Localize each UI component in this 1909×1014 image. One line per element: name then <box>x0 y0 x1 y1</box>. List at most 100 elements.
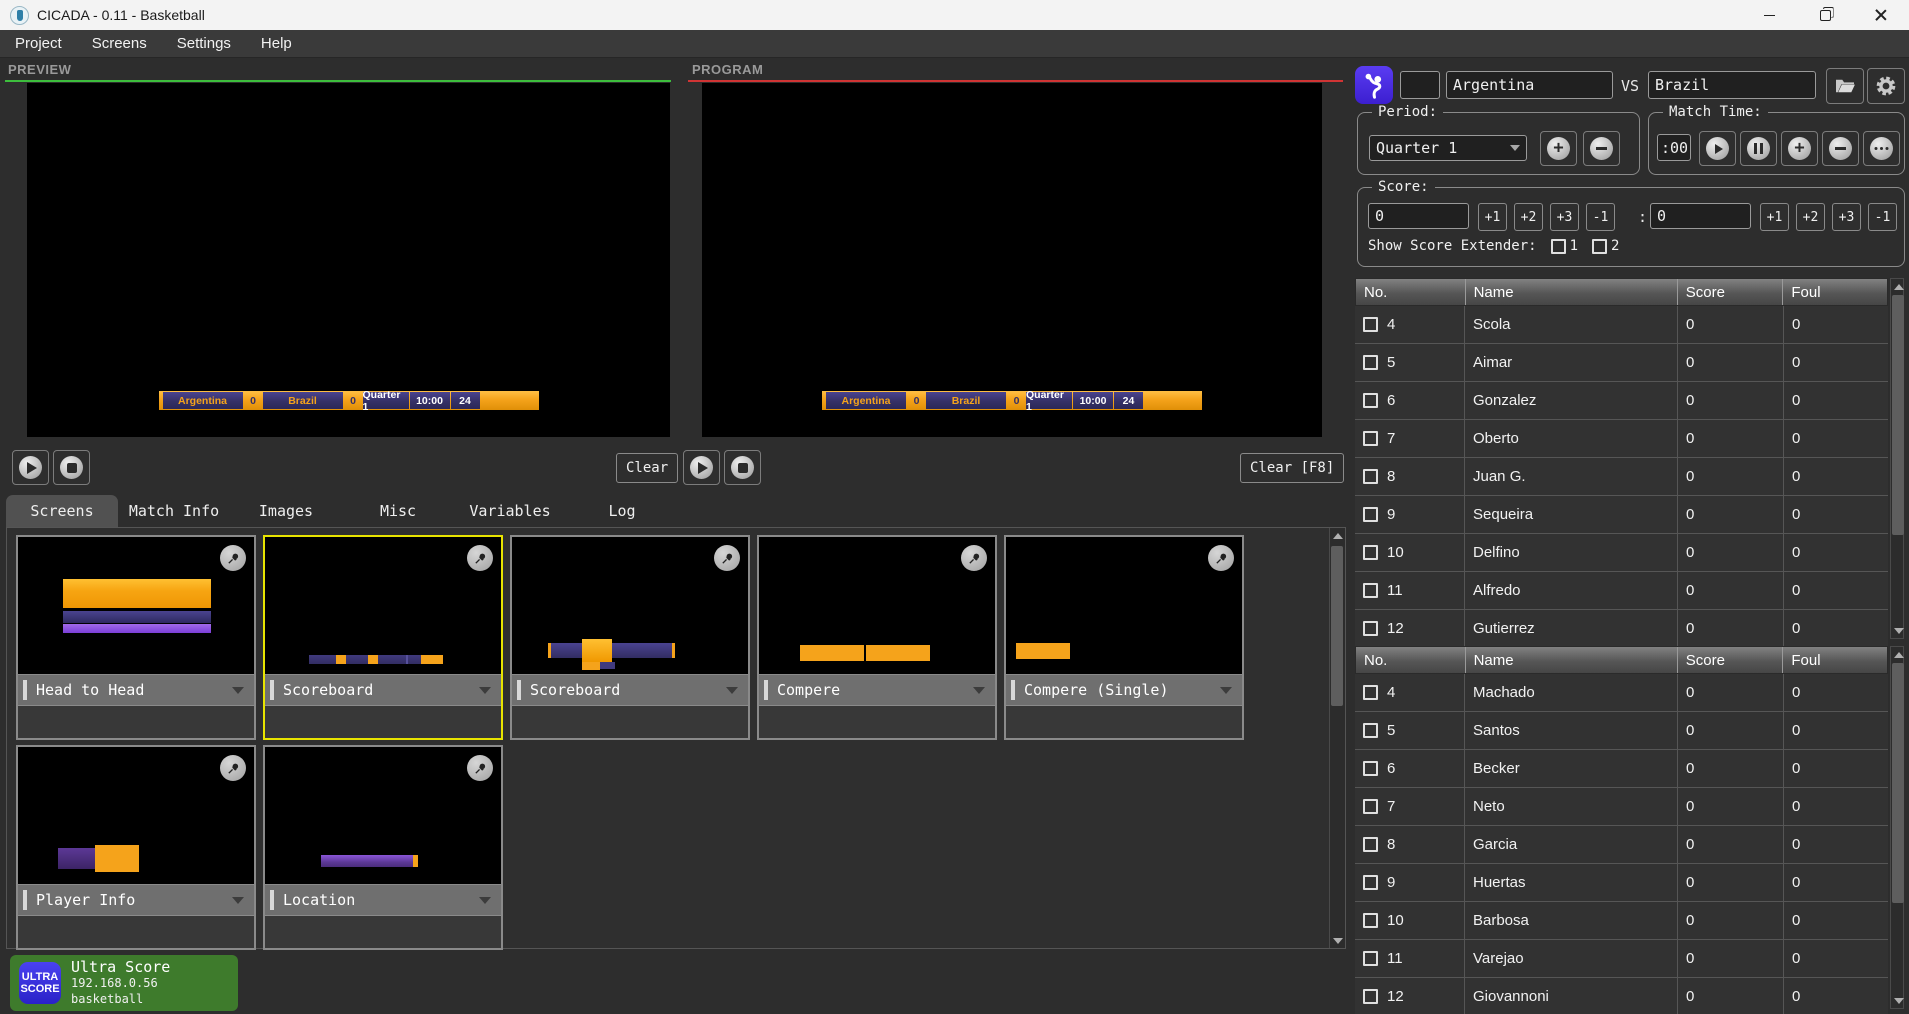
score-subtract-1-button[interactable]: -1 <box>1586 203 1615 231</box>
player-checkbox[interactable] <box>1363 355 1378 370</box>
screen-select-dropdown[interactable]: Compere (Single) <box>1006 674 1242 705</box>
time-increase-button[interactable]: + <box>1781 131 1818 166</box>
pin-button[interactable] <box>714 545 740 571</box>
pin-button[interactable] <box>220 545 246 571</box>
close-button[interactable] <box>1853 0 1909 30</box>
settings-button[interactable] <box>1867 68 1905 104</box>
tab-screens[interactable]: Screens <box>6 495 118 527</box>
scroll-up-icon[interactable] <box>1891 279 1906 294</box>
pin-button[interactable] <box>467 545 493 571</box>
score-add-2-button[interactable]: +2 <box>1514 203 1543 231</box>
time-pause-button[interactable] <box>1740 131 1777 166</box>
player-row[interactable]: 4Machado00 <box>1355 674 1888 712</box>
player-checkbox[interactable] <box>1363 507 1378 522</box>
period-increase-button[interactable]: + <box>1540 131 1577 166</box>
preview-clear-button[interactable]: Clear <box>616 453 678 483</box>
player-checkbox[interactable] <box>1363 545 1378 560</box>
screen-select-dropdown[interactable]: Head to Head <box>18 674 254 705</box>
player-checkbox[interactable] <box>1363 469 1378 484</box>
menu-item-project[interactable]: Project <box>0 30 77 57</box>
player-row[interactable]: 7Oberto00 <box>1355 420 1888 458</box>
scrollbar-thumb[interactable] <box>1892 295 1904 535</box>
player-row[interactable]: 5Aimar00 <box>1355 344 1888 382</box>
tab-match-info[interactable]: Match Info <box>118 495 230 527</box>
player-checkbox[interactable] <box>1363 913 1378 928</box>
player-row[interactable]: 6Gonzalez00 <box>1355 382 1888 420</box>
time-start-button[interactable] <box>1699 131 1736 166</box>
player-row[interactable]: 8Garcia00 <box>1355 826 1888 864</box>
player-checkbox[interactable] <box>1363 799 1378 814</box>
menu-item-screens[interactable]: Screens <box>77 30 162 57</box>
player-row[interactable]: 12Giovannoni00 <box>1355 978 1888 1014</box>
player-row[interactable]: 6Becker00 <box>1355 750 1888 788</box>
scrollbar-thumb[interactable] <box>1892 663 1904 903</box>
program-play-button[interactable] <box>683 450 720 485</box>
score-add-1-button[interactable]: +1 <box>1760 203 1789 231</box>
player-checkbox[interactable] <box>1363 837 1378 852</box>
time-decrease-button[interactable] <box>1822 131 1859 166</box>
player-row[interactable]: 12Gutierrez00 <box>1355 610 1888 648</box>
tab-misc[interactable]: Misc <box>342 495 454 527</box>
scroll-down-icon[interactable] <box>1330 933 1345 948</box>
screen-select-dropdown[interactable]: Player Info <box>18 884 254 915</box>
player-checkbox[interactable] <box>1363 621 1378 636</box>
screen-card-head-to-head[interactable]: Head to Head <box>16 535 256 740</box>
scroll-down-icon[interactable] <box>1891 623 1906 638</box>
away-team-field[interactable] <box>1648 71 1816 99</box>
home-team-field[interactable] <box>1446 71 1613 99</box>
score-extender-checkbox-1[interactable] <box>1551 239 1566 254</box>
player-row[interactable]: 9Sequeira00 <box>1355 496 1888 534</box>
away-score-field[interactable] <box>1650 203 1751 229</box>
screen-select-dropdown[interactable]: Scoreboard <box>512 674 748 705</box>
player-checkbox[interactable] <box>1363 951 1378 966</box>
minimize-button[interactable] <box>1741 0 1797 30</box>
tab-log[interactable]: Log <box>566 495 678 527</box>
screen-card-location[interactable]: Location <box>263 745 503 950</box>
away-table-scrollbar[interactable] <box>1890 646 1904 1009</box>
player-row[interactable]: 10Barbosa00 <box>1355 902 1888 940</box>
score-add-3-button[interactable]: +3 <box>1550 203 1579 231</box>
screen-select-dropdown[interactable]: Compere <box>759 674 995 705</box>
match-time-field[interactable] <box>1657 134 1691 161</box>
scrollbar-thumb[interactable] <box>1331 546 1343 706</box>
program-clear-button[interactable]: Clear [F8] <box>1240 453 1344 483</box>
menu-item-settings[interactable]: Settings <box>162 30 246 57</box>
screen-card-compere-single[interactable]: Compere (Single) <box>1004 535 1244 740</box>
player-checkbox[interactable] <box>1363 723 1378 738</box>
screen-card-scoreboard[interactable]: Scoreboard <box>263 535 503 740</box>
time-more-button[interactable] <box>1863 131 1900 166</box>
screen-card-player-info[interactable]: Player Info <box>16 745 256 950</box>
panel-scrollbar[interactable] <box>1329 528 1345 948</box>
player-row[interactable]: 8Juan G.00 <box>1355 458 1888 496</box>
home-score-field[interactable] <box>1368 203 1469 229</box>
score-subtract-1-button[interactable]: -1 <box>1868 203 1897 231</box>
preview-stop-button[interactable] <box>53 450 90 485</box>
player-checkbox[interactable] <box>1363 761 1378 776</box>
player-row[interactable]: 11Alfredo00 <box>1355 572 1888 610</box>
score-add-2-button[interactable]: +2 <box>1796 203 1825 231</box>
menu-item-help[interactable]: Help <box>246 30 307 57</box>
pin-button[interactable] <box>220 755 246 781</box>
player-row[interactable]: 9Huertas00 <box>1355 864 1888 902</box>
scroll-up-icon[interactable] <box>1891 647 1906 662</box>
tab-images[interactable]: Images <box>230 495 342 527</box>
score-add-1-button[interactable]: +1 <box>1478 203 1507 231</box>
scroll-up-icon[interactable] <box>1330 528 1345 543</box>
player-checkbox[interactable] <box>1363 875 1378 890</box>
open-file-button[interactable] <box>1826 68 1864 104</box>
player-row[interactable]: 11Varejao00 <box>1355 940 1888 978</box>
tab-variables[interactable]: Variables <box>454 495 566 527</box>
player-checkbox[interactable] <box>1363 317 1378 332</box>
score-add-3-button[interactable]: +3 <box>1832 203 1861 231</box>
player-checkbox[interactable] <box>1363 583 1378 598</box>
player-checkbox[interactable] <box>1363 685 1378 700</box>
pin-button[interactable] <box>1208 545 1234 571</box>
period-select[interactable]: Quarter 1 <box>1369 135 1527 161</box>
player-checkbox[interactable] <box>1363 431 1378 446</box>
player-checkbox[interactable] <box>1363 393 1378 408</box>
preview-play-button[interactable] <box>12 450 49 485</box>
home-table-scrollbar[interactable] <box>1890 278 1904 639</box>
screen-card-scoreboard[interactable]: Scoreboard <box>510 535 750 740</box>
pin-button[interactable] <box>961 545 987 571</box>
period-decrease-button[interactable] <box>1583 131 1620 166</box>
